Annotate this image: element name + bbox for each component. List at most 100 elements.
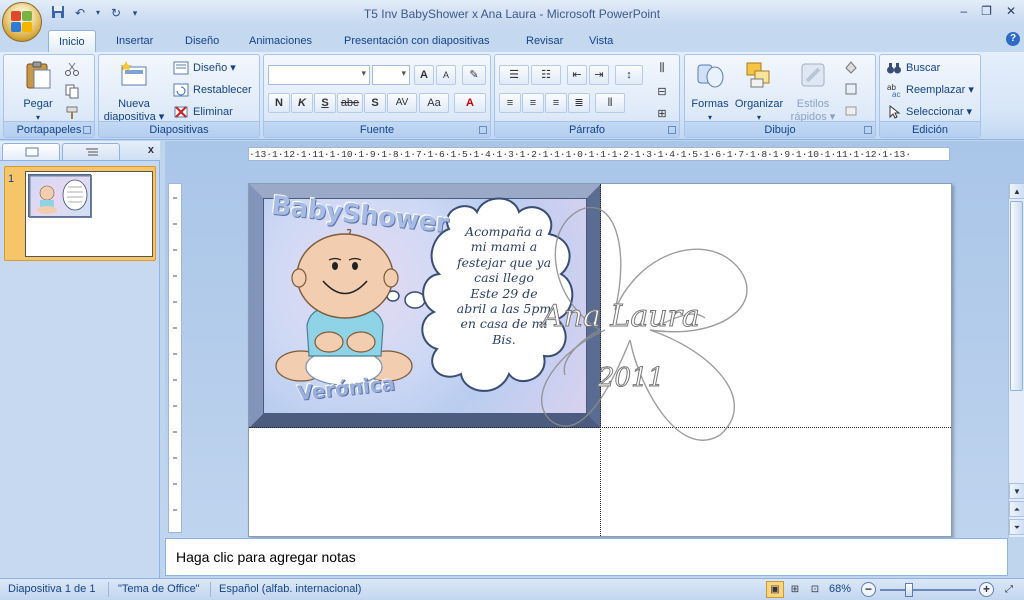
- zoom-slider-thumb[interactable]: [905, 583, 913, 597]
- align-left-icon[interactable]: ≡: [499, 93, 521, 113]
- shadow-button[interactable]: S: [364, 93, 386, 113]
- zoom-level[interactable]: 68%: [829, 583, 851, 595]
- tab-revisar[interactable]: Revisar: [516, 30, 573, 52]
- justify-icon[interactable]: ≣: [568, 93, 590, 113]
- decrease-indent-icon[interactable]: ⇤: [567, 65, 587, 85]
- arrange-button[interactable]: Organizar ▾: [733, 59, 785, 124]
- scroll-down-button[interactable]: ▼: [1009, 483, 1024, 499]
- char-spacing-button[interactable]: AV: [387, 93, 417, 113]
- minimize-button[interactable]: –: [960, 4, 967, 18]
- numbering-icon[interactable]: ☷: [531, 65, 561, 85]
- increase-indent-icon[interactable]: ⇥: [589, 65, 609, 85]
- select-button[interactable]: Seleccionar ▾: [886, 102, 972, 122]
- group-label-portapapeles: Portapapeles: [4, 121, 94, 137]
- columns-icon[interactable]: ⫴: [595, 93, 625, 113]
- message-line: en casa de mi: [460, 316, 548, 332]
- portapapeles-launcher-icon[interactable]: [83, 126, 91, 134]
- delete-label: Eliminar: [193, 106, 233, 118]
- font-color-button[interactable]: A: [454, 93, 486, 113]
- vertical-ruler-ticks: [173, 197, 177, 511]
- help-icon[interactable]: ?: [1006, 32, 1020, 46]
- reset-icon: [173, 82, 189, 98]
- delete-slide-button[interactable]: Eliminar: [173, 102, 233, 122]
- tab-inicio[interactable]: Inicio: [48, 30, 96, 52]
- theme-name[interactable]: "Tema de Office": [118, 583, 200, 595]
- notes-pane[interactable]: Haga clic para agregar notas: [165, 538, 1008, 576]
- scroll-up-button[interactable]: ▲: [1009, 183, 1024, 199]
- zoom-in-button[interactable]: +: [979, 582, 994, 597]
- slide-sorter-view-button[interactable]: ⊞: [786, 581, 804, 598]
- font-size-combo[interactable]: [372, 65, 410, 85]
- shape-outline-icon[interactable]: [843, 81, 859, 97]
- bullets-icon[interactable]: ☰: [499, 65, 529, 85]
- cut-icon[interactable]: [64, 61, 80, 77]
- paste-button[interactable]: Pegar ▾: [18, 59, 58, 124]
- vertical-scrollbar[interactable]: ▲ ▼ ⏶ ⏷: [1008, 183, 1024, 537]
- line-spacing-icon[interactable]: ↕: [615, 65, 643, 85]
- close-button[interactable]: ✕: [1006, 4, 1016, 18]
- vertical-guide[interactable]: [600, 184, 601, 536]
- italic-button[interactable]: K: [291, 93, 313, 113]
- shape-effects-icon[interactable]: [843, 103, 859, 119]
- shapes-icon: [697, 64, 724, 88]
- previous-slide-button[interactable]: ⏶: [1009, 501, 1024, 517]
- new-slide-button[interactable]: Nueva diapositiva ▾: [103, 59, 165, 124]
- message-line: Bis.: [492, 331, 516, 347]
- tab-vista[interactable]: Vista: [579, 30, 623, 52]
- arrange-icon: [746, 62, 770, 88]
- tab-animaciones[interactable]: Animaciones: [239, 30, 322, 52]
- dibujo-launcher-icon[interactable]: [864, 126, 872, 134]
- invitation-message: Acompaña a mi mami a festejar que ya cas…: [445, 224, 563, 347]
- slide-thumbnail-selected[interactable]: 1: [4, 166, 156, 261]
- align-text-icon[interactable]: ⊟: [649, 83, 675, 103]
- parrafo-launcher-icon[interactable]: [668, 126, 676, 134]
- font-name-combo[interactable]: [268, 65, 370, 85]
- tab-insertar[interactable]: Insertar: [106, 30, 163, 52]
- zoom-slider-track[interactable]: [880, 589, 976, 591]
- slideshow-view-button[interactable]: ⊡: [806, 581, 824, 598]
- underline-button[interactable]: S: [314, 93, 336, 113]
- group-portapapeles: Pegar ▾ Portapapeles: [3, 54, 95, 138]
- tab-presentacion[interactable]: Presentación con diapositivas: [334, 30, 500, 52]
- restore-button[interactable]: ❐: [981, 4, 992, 18]
- layout-icon: [173, 60, 189, 76]
- shrink-font-button[interactable]: A: [436, 65, 456, 85]
- replace-button[interactable]: ab ac Reemplazar ▾: [886, 80, 974, 100]
- change-case-button[interactable]: Aa: [419, 93, 449, 113]
- bold-button[interactable]: N: [268, 93, 290, 113]
- clear-format-icon[interactable]: ✎: [462, 65, 486, 85]
- text-direction-icon[interactable]: ⫼: [649, 59, 675, 79]
- copy-icon[interactable]: [64, 83, 80, 99]
- shapes-button[interactable]: Formas ▾: [687, 59, 733, 124]
- normal-view-button[interactable]: ▣: [766, 581, 784, 598]
- horizontal-guide[interactable]: [249, 427, 951, 428]
- tab-outline[interactable]: [62, 143, 120, 160]
- fuente-launcher-icon[interactable]: [479, 126, 487, 134]
- tab-slides[interactable]: [2, 143, 60, 160]
- scroll-thumb[interactable]: [1010, 201, 1023, 391]
- slide-thumbnail[interactable]: [25, 171, 153, 257]
- find-button[interactable]: Buscar: [886, 58, 940, 78]
- status-bar: Diapositiva 1 de 1 "Tema de Office" Espa…: [0, 578, 1024, 600]
- format-painter-icon[interactable]: [64, 105, 80, 121]
- reset-button[interactable]: Restablecer: [173, 80, 252, 100]
- quick-styles-button[interactable]: Estilos rápidos ▾: [789, 59, 837, 124]
- shape-fill-icon[interactable]: [843, 59, 859, 75]
- fit-to-window-button[interactable]: ⤢: [1000, 581, 1018, 598]
- invitation-card[interactable]: BabyShower Verónica Acompaña a mi mami a…: [249, 184, 601, 428]
- tab-diseno[interactable]: Diseño: [175, 30, 229, 52]
- zoom-out-button[interactable]: −: [861, 582, 876, 597]
- align-center-icon[interactable]: ≡: [522, 93, 544, 113]
- strikethrough-button[interactable]: abe: [337, 93, 363, 113]
- horizontal-ruler-labels: ·13·1·12·1·11·1·10·1·9·1·8·1·7·1·6·1·5·1…: [249, 149, 912, 160]
- next-slide-button[interactable]: ⏷: [1009, 519, 1024, 535]
- office-button[interactable]: [2, 2, 42, 42]
- slide-canvas[interactable]: BabyShower Verónica Acompaña a mi mami a…: [248, 183, 952, 537]
- grow-font-button[interactable]: A: [414, 65, 434, 85]
- cursor-icon: [886, 104, 902, 120]
- language-indicator[interactable]: Español (alfab. internacional): [219, 583, 361, 595]
- message-line: casi llego: [474, 270, 534, 286]
- close-pane-button[interactable]: x: [148, 144, 154, 156]
- align-right-icon[interactable]: ≡: [545, 93, 567, 113]
- layout-button[interactable]: Diseño ▾: [173, 58, 236, 78]
